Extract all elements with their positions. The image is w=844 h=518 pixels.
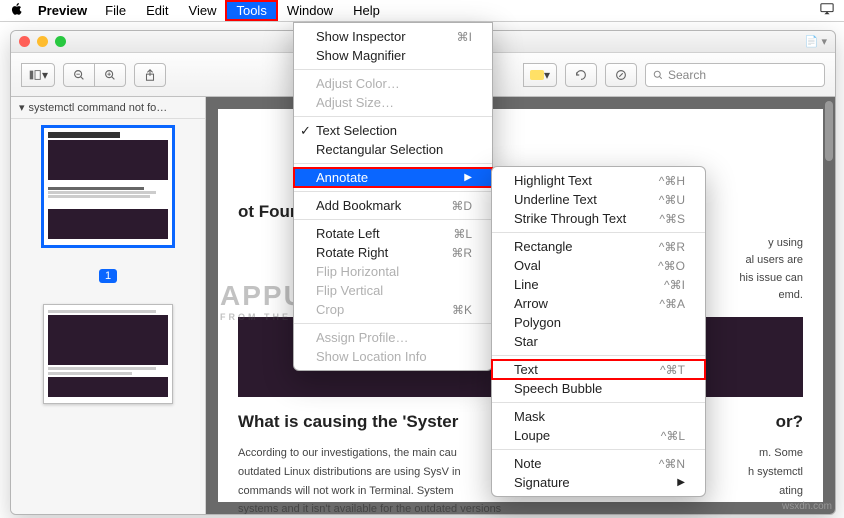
menu-item-line[interactable]: Line^⌘I [492, 275, 705, 294]
annotate-submenu: Highlight Text^⌘HUnderline Text^⌘UStrike… [491, 166, 706, 497]
menu-item-underline-text[interactable]: Underline Text^⌘U [492, 190, 705, 209]
menu-item-adjust-size-: Adjust Size… [294, 93, 492, 112]
menu-item-adjust-color-: Adjust Color… [294, 74, 492, 93]
share-button[interactable] [134, 63, 166, 87]
menu-item-rotate-left[interactable]: Rotate Left⌘L [294, 224, 492, 243]
menu-item-rotate-right[interactable]: Rotate Right⌘R [294, 243, 492, 262]
search-input[interactable]: Search [645, 63, 825, 87]
menu-item-oval[interactable]: Oval^⌘O [492, 256, 705, 275]
menu-item-signature[interactable]: Signature▶ [492, 473, 705, 492]
app-name[interactable]: Preview [38, 3, 87, 18]
menu-item-crop: Crop⌘K [294, 300, 492, 319]
system-menubar: Preview File Edit View Tools Window Help [0, 0, 844, 22]
menu-item-highlight-text[interactable]: Highlight Text^⌘H [492, 171, 705, 190]
disclosure-triangle-icon[interactable]: ▾ [19, 101, 25, 114]
close-button[interactable] [19, 36, 30, 47]
view-mode-button[interactable]: ▾ [21, 63, 55, 87]
search-placeholder: Search [668, 68, 706, 82]
menu-item-show-location-info: Show Location Info [294, 347, 492, 366]
sidebar-header[interactable]: ▾ systemctl command not fo… [11, 97, 205, 119]
menu-file[interactable]: File [95, 1, 136, 20]
zoom-button[interactable] [55, 36, 66, 47]
menu-item-show-inspector[interactable]: Show Inspector⌘I [294, 27, 492, 46]
menu-item-loupe[interactable]: Loupe^⌘L [492, 426, 705, 445]
page-thumbnail-2[interactable] [43, 304, 173, 404]
document-icon: 📄 ▾ [805, 35, 827, 48]
menu-item-text[interactable]: Text^⌘T [492, 360, 705, 379]
source-label: wsxdn.com [782, 501, 832, 512]
menu-item-flip-horizontal: Flip Horizontal [294, 262, 492, 281]
minimize-button[interactable] [37, 36, 48, 47]
menu-item-rectangle[interactable]: Rectangle^⌘R [492, 237, 705, 256]
menu-item-strike-through-text[interactable]: Strike Through Text^⌘S [492, 209, 705, 228]
menu-item-speech-bubble[interactable]: Speech Bubble [492, 379, 705, 398]
menu-item-text-selection[interactable]: ✓Text Selection [294, 121, 492, 140]
airplay-icon[interactable] [820, 2, 834, 19]
menu-view[interactable]: View [179, 1, 227, 20]
menu-tools[interactable]: Tools [226, 1, 276, 20]
menu-item-arrow[interactable]: Arrow^⌘A [492, 294, 705, 313]
menu-item-note[interactable]: Note^⌘N [492, 454, 705, 473]
menu-item-flip-vertical: Flip Vertical [294, 281, 492, 300]
markup-button[interactable] [605, 63, 637, 87]
apple-icon[interactable] [10, 2, 24, 19]
document-name: systemctl command not fo… [29, 102, 168, 114]
highlight-button[interactable]: ▾ [523, 63, 557, 87]
menu-window[interactable]: Window [277, 1, 343, 20]
menu-item-mask[interactable]: Mask [492, 407, 705, 426]
thumbnail-sidebar: ▾ systemctl command not fo… [11, 97, 206, 514]
menu-item-polygon[interactable]: Polygon [492, 313, 705, 332]
zoom-in-button[interactable] [94, 63, 126, 87]
menu-item-annotate[interactable]: Annotate▶ [294, 168, 492, 187]
rotate-button[interactable] [565, 63, 597, 87]
page-thumbnail-1[interactable] [43, 127, 173, 246]
menu-item-rectangular-selection[interactable]: Rectangular Selection [294, 140, 492, 159]
menu-item-show-magnifier[interactable]: Show Magnifier [294, 46, 492, 65]
scrollbar[interactable] [825, 101, 833, 161]
menu-edit[interactable]: Edit [136, 1, 178, 20]
tools-menu: Show Inspector⌘IShow Magnifier Adjust Col… [293, 22, 493, 371]
menu-item-add-bookmark[interactable]: Add Bookmark⌘D [294, 196, 492, 215]
zoom-out-button[interactable] [63, 63, 95, 87]
menu-item-star[interactable]: Star [492, 332, 705, 351]
menu-item-assign-profile-: Assign Profile… [294, 328, 492, 347]
menu-help[interactable]: Help [343, 1, 390, 20]
page-number-badge: 1 [99, 269, 117, 283]
